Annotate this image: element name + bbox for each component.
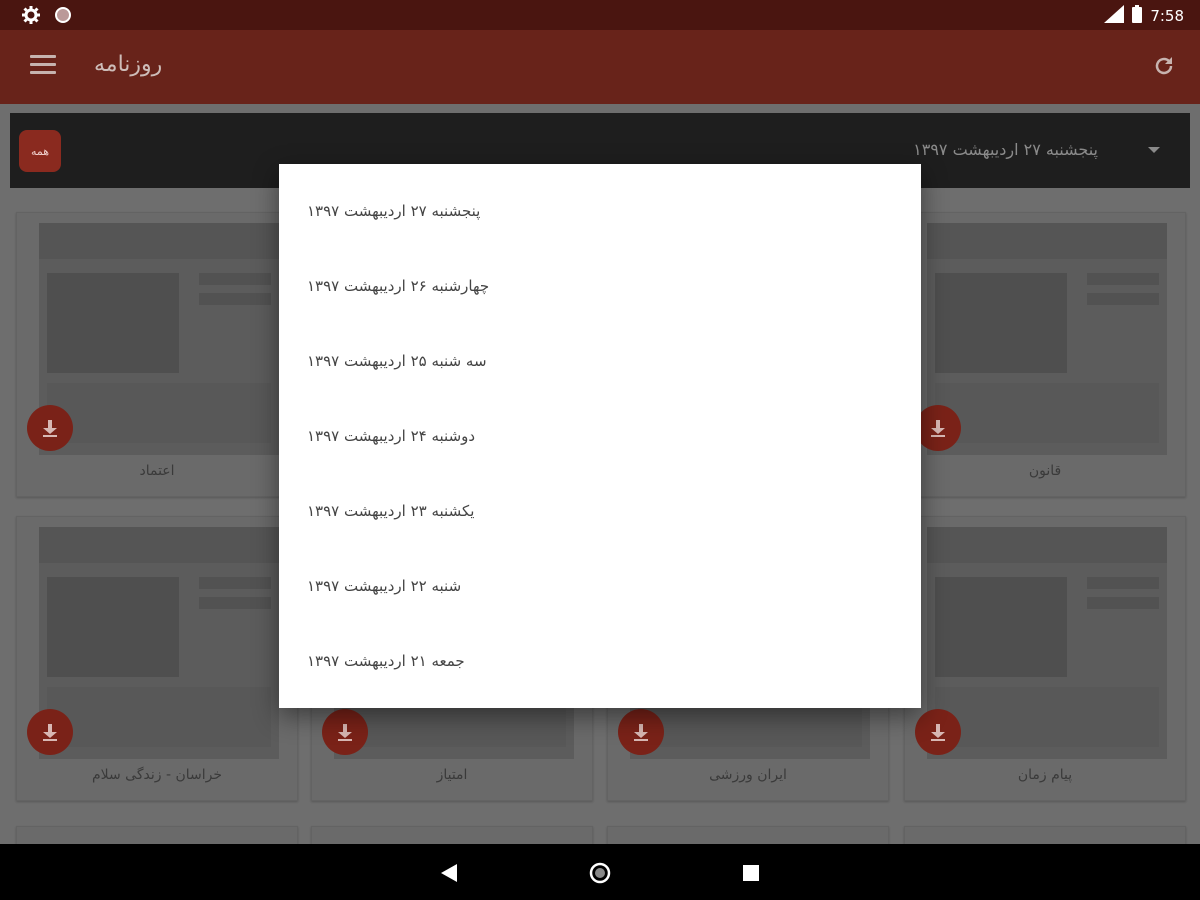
newspaper-thumbnail[interactable] — [39, 527, 279, 759]
date-option-label: چهارشنبه ۲۶ اردیبهشت ۱۳۹۷ — [307, 277, 490, 295]
download-icon[interactable] — [27, 709, 73, 755]
hamburger-menu-icon[interactable] — [30, 55, 56, 75]
date-option-label: جمعه ۲۱ اردیبهشت ۱۳۹۷ — [307, 652, 465, 670]
newspaper-thumbnail[interactable] — [927, 223, 1167, 455]
newspaper-thumbnail[interactable] — [927, 527, 1167, 759]
date-option[interactable]: جمعه ۲۱ اردیبهشت ۱۳۹۷ — [279, 624, 921, 699]
download-icon[interactable] — [915, 405, 961, 451]
newspaper-name: قانون — [1028, 463, 1062, 479]
clock: 7:58 — [1150, 7, 1184, 25]
back-icon[interactable] — [441, 864, 457, 886]
date-option[interactable]: شنبه ۲۲ اردیبهشت ۱۳۹۷ — [279, 549, 921, 624]
download-icon[interactable] — [322, 709, 368, 755]
newspaper-name: پیام زمان — [1017, 767, 1073, 783]
date-option-label: شنبه ۲۲ اردیبهشت ۱۳۹۷ — [307, 577, 462, 595]
date-option[interactable]: سه شنبه ۲۵ اردیبهشت ۱۳۹۷ — [279, 324, 921, 399]
app-bar: روزنامه — [0, 30, 1200, 104]
newspaper-name: اعتماد — [139, 463, 175, 479]
circle-icon — [54, 6, 72, 28]
newspaper-name: خراسان - زندگی سلام — [91, 767, 223, 783]
date-option-label: پنجشنبه ۲۷ اردیبهشت ۱۳۹۷ — [307, 202, 481, 220]
signal-icon — [1104, 5, 1125, 27]
all-button[interactable]: همه — [19, 130, 61, 172]
date-option-label: یکشنبه ۲۳ اردیبهشت ۱۳۹۷ — [307, 502, 475, 520]
newspaper-name: امتیاز — [436, 767, 468, 783]
download-icon[interactable] — [915, 709, 961, 755]
date-option-label: سه شنبه ۲۵ اردیبهشت ۱۳۹۷ — [307, 352, 487, 370]
date-option[interactable]: یکشنبه ۲۳ اردیبهشت ۱۳۹۷ — [279, 474, 921, 549]
date-selection-dialog: پنجشنبه ۲۷ اردیبهشت ۱۳۹۷ چهارشنبه ۲۶ ارد… — [279, 164, 921, 708]
status-bar: 7:58 — [0, 0, 1200, 30]
newspaper-name: ایران ورزشی — [709, 767, 787, 783]
recents-icon[interactable] — [743, 865, 759, 885]
battery-icon — [1132, 5, 1143, 27]
newspaper-card[interactable]: اعتماد — [16, 212, 298, 497]
newspaper-thumbnail[interactable] — [39, 223, 279, 455]
refresh-icon[interactable] — [1152, 54, 1176, 82]
dropdown-caret-icon[interactable] — [1148, 147, 1160, 153]
download-icon[interactable] — [618, 709, 664, 755]
gear-icon — [22, 6, 40, 28]
newspaper-card[interactable]: قانون — [904, 212, 1186, 497]
date-option[interactable]: پنجشنبه ۲۷ اردیبهشت ۱۳۹۷ — [279, 174, 921, 249]
date-option[interactable]: دوشنبه ۲۴ اردیبهشت ۱۳۹۷ — [279, 399, 921, 474]
date-option[interactable]: چهارشنبه ۲۶ اردیبهشت ۱۳۹۷ — [279, 249, 921, 324]
newspaper-card[interactable]: خراسان - زندگی سلام — [16, 516, 298, 801]
app-title: روزنامه — [94, 52, 163, 77]
home-icon[interactable] — [588, 861, 612, 889]
newspaper-card[interactable]: پیام زمان — [904, 516, 1186, 801]
date-option-label: دوشنبه ۲۴ اردیبهشت ۱۳۹۷ — [307, 427, 476, 445]
download-icon[interactable] — [27, 405, 73, 451]
navigation-bar — [0, 844, 1200, 900]
date-dropdown-value[interactable]: پنجشنبه ۲۷ اردیبهشت ۱۳۹۷ — [913, 140, 1098, 159]
